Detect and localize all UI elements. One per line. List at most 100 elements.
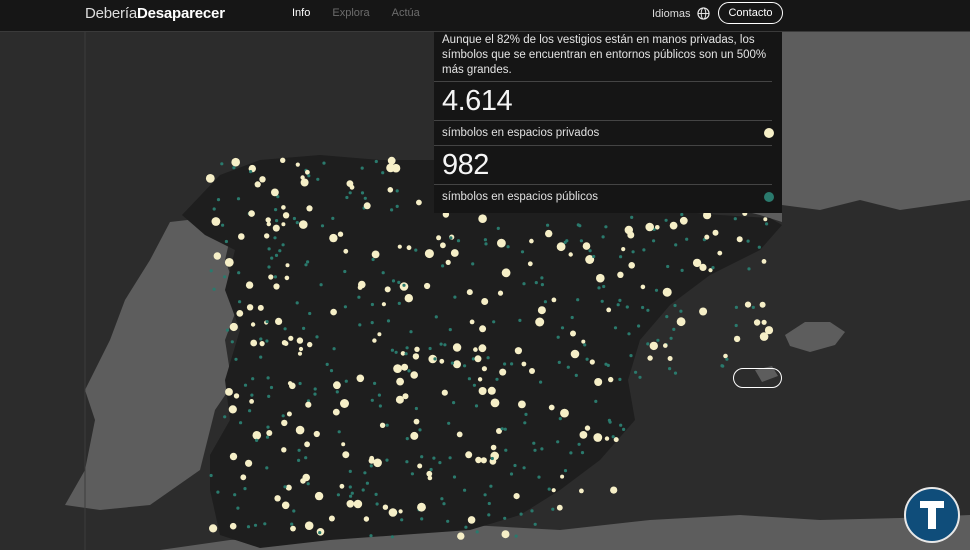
map-marker[interactable] bbox=[252, 431, 262, 440]
map-marker[interactable] bbox=[712, 229, 719, 236]
map-marker[interactable] bbox=[394, 350, 398, 354]
map-marker[interactable] bbox=[673, 371, 678, 375]
map-marker[interactable] bbox=[619, 255, 623, 259]
map-marker[interactable] bbox=[266, 376, 270, 380]
map-marker[interactable] bbox=[414, 248, 418, 252]
map-marker[interactable] bbox=[264, 233, 270, 239]
map-marker[interactable] bbox=[266, 425, 270, 429]
map-marker[interactable] bbox=[478, 344, 487, 353]
map-marker[interactable] bbox=[424, 249, 434, 259]
map-marker[interactable] bbox=[315, 335, 319, 339]
map-marker[interactable] bbox=[357, 285, 363, 290]
map-marker[interactable] bbox=[246, 304, 254, 311]
map-marker[interactable] bbox=[478, 387, 487, 395]
map-marker[interactable] bbox=[405, 437, 409, 441]
map-marker[interactable] bbox=[283, 341, 289, 346]
map-marker[interactable] bbox=[284, 275, 290, 281]
map-marker[interactable] bbox=[248, 210, 255, 217]
map-marker[interactable] bbox=[416, 199, 422, 206]
map-marker[interactable] bbox=[274, 495, 281, 502]
map-marker[interactable] bbox=[289, 382, 296, 390]
map-marker[interactable] bbox=[371, 257, 375, 262]
map-marker[interactable] bbox=[274, 208, 278, 212]
map-marker[interactable] bbox=[736, 236, 743, 243]
map-marker[interactable] bbox=[414, 406, 418, 411]
map-marker[interactable] bbox=[570, 315, 574, 320]
map-marker[interactable] bbox=[308, 311, 312, 316]
map-marker[interactable] bbox=[628, 262, 635, 269]
map-marker[interactable] bbox=[503, 516, 507, 520]
map-marker[interactable] bbox=[604, 436, 610, 441]
map-marker[interactable] bbox=[618, 377, 622, 381]
map-marker[interactable] bbox=[340, 399, 349, 408]
map-marker[interactable] bbox=[704, 234, 710, 240]
map-marker[interactable] bbox=[266, 430, 273, 436]
map-marker[interactable] bbox=[450, 361, 454, 365]
map-marker[interactable] bbox=[337, 231, 344, 237]
map-marker[interactable] bbox=[365, 481, 369, 485]
map-marker[interactable] bbox=[385, 458, 389, 462]
map-marker[interactable] bbox=[414, 346, 420, 352]
map-marker[interactable] bbox=[540, 276, 544, 280]
map-marker[interactable] bbox=[381, 302, 386, 307]
map-marker[interactable] bbox=[521, 361, 527, 367]
map-marker[interactable] bbox=[465, 451, 473, 459]
map-marker[interactable] bbox=[466, 289, 473, 296]
map-marker[interactable] bbox=[325, 362, 329, 366]
map-marker[interactable] bbox=[601, 235, 605, 239]
map-marker[interactable] bbox=[286, 411, 292, 417]
map-marker[interactable] bbox=[220, 162, 224, 166]
map-marker[interactable] bbox=[404, 352, 408, 356]
map-marker[interactable] bbox=[509, 472, 514, 476]
map-marker[interactable] bbox=[304, 521, 314, 530]
map-marker[interactable] bbox=[503, 362, 507, 366]
map-marker[interactable] bbox=[616, 303, 620, 307]
map-marker[interactable] bbox=[330, 308, 337, 316]
map-marker[interactable] bbox=[369, 464, 373, 468]
map-marker[interactable] bbox=[358, 323, 362, 327]
map-marker[interactable] bbox=[348, 485, 352, 489]
map-marker[interactable] bbox=[410, 371, 419, 379]
map-marker[interactable] bbox=[576, 298, 580, 302]
map-marker[interactable] bbox=[622, 427, 626, 431]
map-marker[interactable] bbox=[299, 220, 308, 229]
map-marker[interactable] bbox=[319, 283, 323, 287]
map-marker[interactable] bbox=[234, 357, 238, 361]
map-marker[interactable] bbox=[335, 390, 339, 394]
map-marker[interactable] bbox=[440, 242, 446, 249]
map-marker[interactable] bbox=[357, 295, 361, 299]
map-marker[interactable] bbox=[313, 392, 317, 396]
map-marker[interactable] bbox=[243, 383, 248, 387]
brand-logo[interactable]: DeberíaDesaparecer bbox=[85, 5, 225, 22]
map-marker[interactable] bbox=[281, 419, 288, 427]
map-marker[interactable] bbox=[608, 376, 614, 383]
map-marker[interactable] bbox=[221, 223, 225, 227]
map-marker[interactable] bbox=[602, 284, 606, 289]
map-marker[interactable] bbox=[452, 401, 456, 405]
map-marker[interactable] bbox=[637, 324, 641, 328]
map-marker[interactable] bbox=[625, 305, 629, 309]
map-marker[interactable] bbox=[382, 504, 389, 510]
map-marker[interactable] bbox=[613, 326, 618, 330]
map-marker[interactable] bbox=[522, 282, 526, 286]
map-marker[interactable] bbox=[685, 237, 689, 241]
map-marker[interactable] bbox=[514, 534, 518, 538]
map-marker[interactable] bbox=[249, 170, 253, 174]
map-marker[interactable] bbox=[486, 356, 490, 360]
map-marker[interactable] bbox=[281, 243, 285, 247]
nav-item-explora[interactable]: Explora bbox=[332, 7, 369, 19]
map-marker[interactable] bbox=[390, 535, 394, 539]
map-marker[interactable] bbox=[546, 223, 550, 227]
map-marker[interactable] bbox=[285, 484, 292, 491]
map-marker[interactable] bbox=[666, 264, 670, 269]
map-marker[interactable] bbox=[397, 244, 402, 249]
map-marker[interactable] bbox=[594, 378, 603, 386]
map-marker[interactable] bbox=[539, 380, 543, 384]
map-marker[interactable] bbox=[655, 225, 660, 230]
map-marker[interactable] bbox=[245, 459, 253, 467]
map-marker[interactable] bbox=[474, 404, 479, 408]
map-marker[interactable] bbox=[268, 274, 274, 280]
map-marker[interactable] bbox=[579, 488, 584, 494]
map-marker[interactable] bbox=[589, 359, 595, 365]
map-marker[interactable] bbox=[395, 189, 399, 193]
